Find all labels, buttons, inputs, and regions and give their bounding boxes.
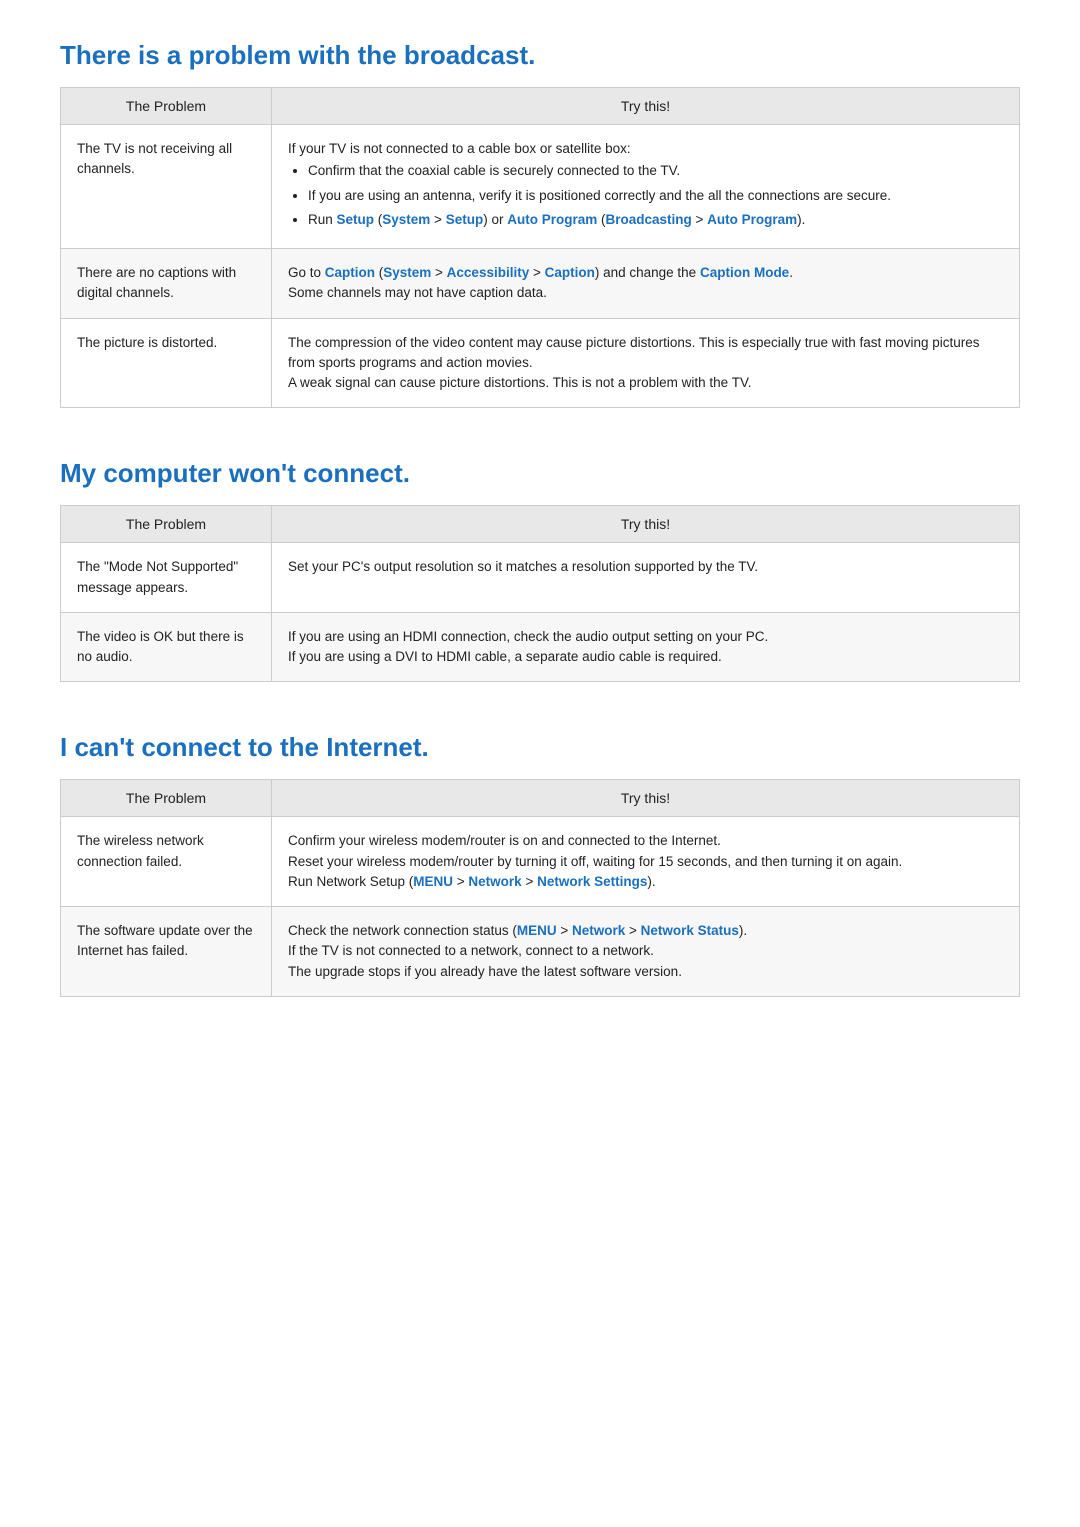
broadcast-table: The Problem Try this! The TV is not rece… <box>60 87 1020 408</box>
internet-title: I can't connect to the Internet. <box>60 732 1020 763</box>
broadcast-section: There is a problem with the broadcast. T… <box>60 40 1020 408</box>
table-row: The picture is distorted. The compressio… <box>61 318 1020 408</box>
computer-col-problem: The Problem <box>61 506 272 543</box>
problem-cell: The wireless network connection failed. <box>61 817 272 907</box>
broadcast-title: There is a problem with the broadcast. <box>60 40 1020 71</box>
problem-cell: The TV is not receiving all channels. <box>61 125 272 249</box>
problem-cell: The software update over the Internet ha… <box>61 907 272 997</box>
broadcast-col-problem: The Problem <box>61 88 272 125</box>
table-row: The TV is not receiving all channels. If… <box>61 125 1020 249</box>
table-row: The video is OK but there is no audio. I… <box>61 612 1020 682</box>
internet-section: I can't connect to the Internet. The Pro… <box>60 732 1020 997</box>
try-cell: Confirm your wireless modem/router is on… <box>271 817 1019 907</box>
table-row: The wireless network connection failed. … <box>61 817 1020 907</box>
internet-table: The Problem Try this! The wireless netwo… <box>60 779 1020 997</box>
problem-cell: The "Mode Not Supported" message appears… <box>61 543 272 613</box>
try-cell: If your TV is not connected to a cable b… <box>271 125 1019 249</box>
internet-col-try: Try this! <box>271 780 1019 817</box>
broadcast-col-try: Try this! <box>271 88 1019 125</box>
computer-title: My computer won't connect. <box>60 458 1020 489</box>
internet-col-problem: The Problem <box>61 780 272 817</box>
try-cell: Check the network connection status (MEN… <box>271 907 1019 997</box>
problem-cell: The picture is distorted. <box>61 318 272 408</box>
table-row: There are no captions with digital chann… <box>61 249 1020 319</box>
try-cell: Go to Caption (System > Accessibility > … <box>271 249 1019 319</box>
computer-table: The Problem Try this! The "Mode Not Supp… <box>60 505 1020 682</box>
table-row: The "Mode Not Supported" message appears… <box>61 543 1020 613</box>
try-cell: The compression of the video content may… <box>271 318 1019 408</box>
problem-cell: The video is OK but there is no audio. <box>61 612 272 682</box>
try-cell: If you are using an HDMI connection, che… <box>271 612 1019 682</box>
computer-col-try: Try this! <box>271 506 1019 543</box>
table-row: The software update over the Internet ha… <box>61 907 1020 997</box>
problem-cell: There are no captions with digital chann… <box>61 249 272 319</box>
try-cell: Set your PC's output resolution so it ma… <box>271 543 1019 613</box>
computer-section: My computer won't connect. The Problem T… <box>60 458 1020 682</box>
